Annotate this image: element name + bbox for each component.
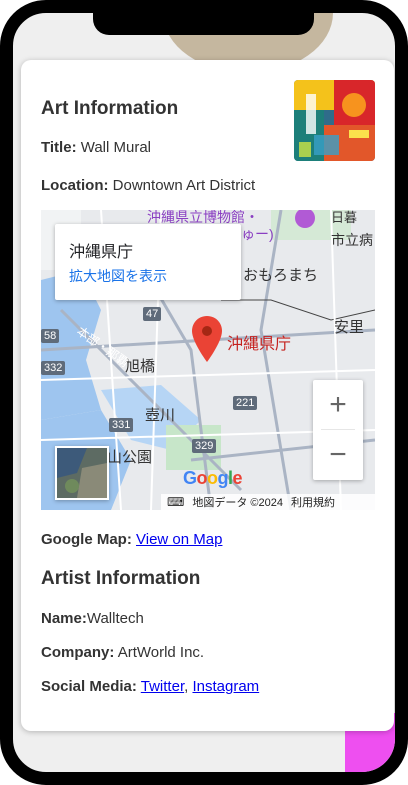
map-terms-link[interactable]: 利用規約 <box>291 494 335 510</box>
artist-name-row: Name:Walltech <box>41 610 144 627</box>
map-place-museum2: ゅー) <box>241 226 274 242</box>
route-47: 47 <box>143 307 162 321</box>
artist-info-heading: Artist Information <box>41 568 201 589</box>
company-label: Company: <box>41 644 115 661</box>
title-row: Title: Wall Mural <box>41 139 151 156</box>
social-media-row: Social Media: Twitter, Instagram <box>41 678 259 695</box>
art-info-card: Art Information Title: Wall Mural Locati… <box>21 60 394 731</box>
map-attribution-bar: ⌨ 地図データ ©2024 利用規約 <box>161 494 375 510</box>
route-331: 331 <box>109 418 134 432</box>
twitter-link[interactable]: Twitter <box>141 678 184 695</box>
title-label: Title: <box>41 139 77 156</box>
map-place-top-right: 日暮 <box>331 210 358 225</box>
map-marker-label: 沖縄県庁 <box>227 336 292 353</box>
artwork-thumbnail <box>294 80 375 161</box>
embedded-map[interactable]: 沖縄県立博物館・ ゅー) 日暮 市立病 おもろまち 安里 旭橋 壺川 山公園 本… <box>41 210 375 510</box>
keyboard-shortcuts-icon[interactable]: ⌨ <box>167 495 184 509</box>
view-on-map-link[interactable]: View on Map <box>136 531 222 548</box>
map-place-tsuboya: 壺川 <box>145 407 176 424</box>
map-place-park: 山公園 <box>107 449 153 466</box>
route-58: 58 <box>41 329 60 343</box>
location-label: Location: <box>41 177 109 194</box>
social-media-label: Social Media: <box>41 678 137 695</box>
zoom-out-button[interactable]: − <box>313 430 363 480</box>
company-row: Company: ArtWorld Inc. <box>41 644 204 661</box>
map-place-hospital: 市立病 <box>331 232 373 248</box>
artist-name-label: Name: <box>41 610 87 627</box>
social-separator: , <box>184 678 189 695</box>
google-logo: Google <box>183 468 243 488</box>
art-info-heading: Art Information <box>41 98 179 119</box>
artist-name-value: Walltech <box>86 610 144 627</box>
route-329: 329 <box>192 439 217 453</box>
map-marker-icon[interactable] <box>192 316 222 362</box>
route-221: 221 <box>233 396 258 410</box>
instagram-link[interactable]: Instagram <box>192 678 259 695</box>
phone-notch <box>93 0 314 35</box>
map-place-omoromachi: おもろまち <box>243 267 319 284</box>
google-map-label: Google Map: <box>41 531 132 548</box>
view-larger-map-link[interactable]: 拡大地図を表示 <box>69 266 167 286</box>
zoom-in-button[interactable]: + <box>313 380 363 430</box>
route-332: 332 <box>41 361 66 375</box>
zoom-control: + − <box>313 380 363 480</box>
location-row: Location: Downtown Art District <box>41 177 255 194</box>
company-value: ArtWorld Inc. <box>117 644 205 661</box>
map-place-asato: 安里 <box>334 319 365 336</box>
info-window-title: 沖縄県庁 <box>69 244 134 261</box>
satellite-toggle-button[interactable] <box>55 446 109 500</box>
location-value: Downtown Art District <box>112 177 256 194</box>
map-info-window: 沖縄県庁 拡大地図を表示 <box>55 224 241 300</box>
map-data-attribution[interactable]: 地図データ ©2024 <box>192 494 283 510</box>
title-value: Wall Mural <box>80 139 152 156</box>
google-map-row: Google Map: View on Map <box>41 531 222 548</box>
